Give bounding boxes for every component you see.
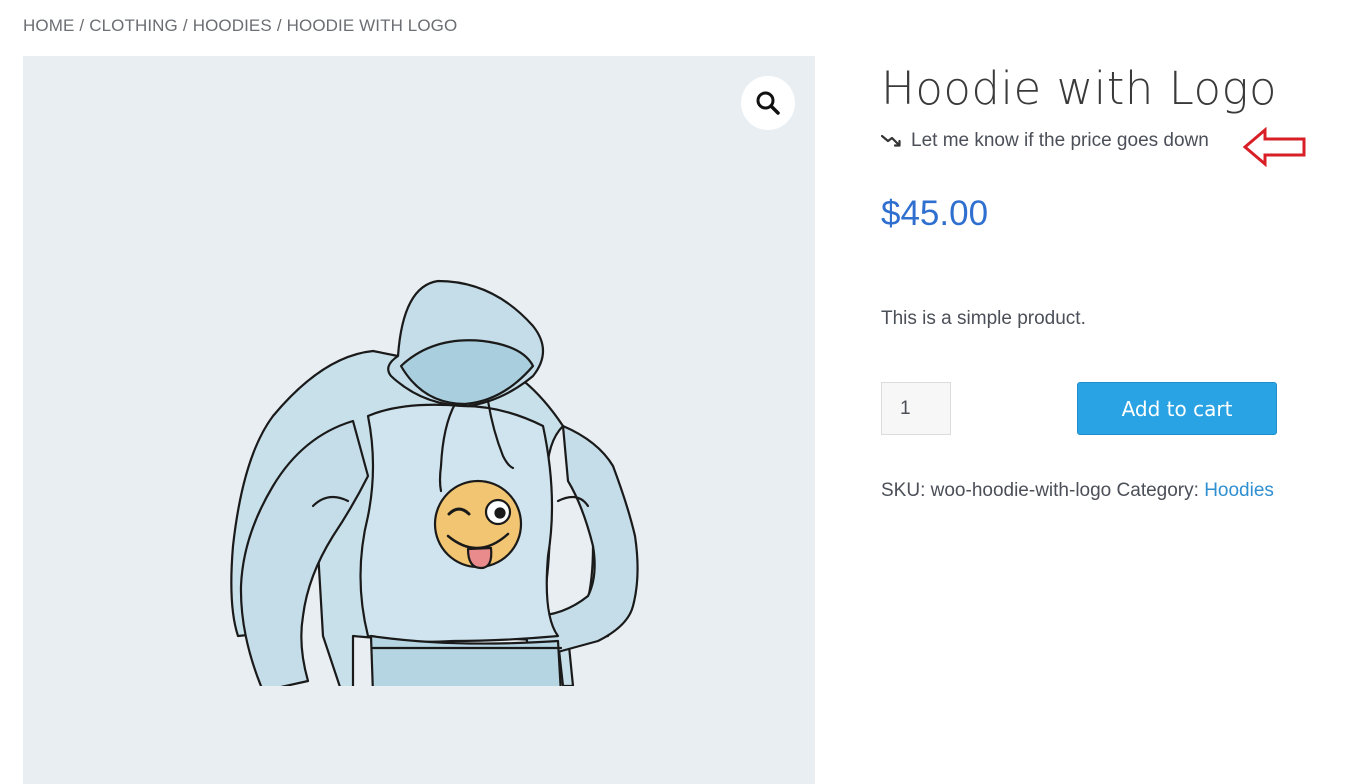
search-icon <box>756 91 780 115</box>
category-label: Category: <box>1116 480 1199 501</box>
breadcrumb-current: HOODIE WITH LOGO <box>286 16 458 35</box>
breadcrumb-hoodies[interactable]: HOODIES <box>193 16 272 35</box>
product-summary: Hoodie with Logo Let me know if the pric… <box>881 60 1341 501</box>
product-image <box>230 279 639 686</box>
category-link[interactable]: Hoodies <box>1204 480 1274 501</box>
add-to-cart-button[interactable]: Add to cart <box>1077 382 1277 435</box>
product-price: $45.00 <box>881 194 989 233</box>
product-gallery[interactable] <box>23 56 815 784</box>
price-alert-label: Let me know if the price goes down <box>911 130 1209 151</box>
breadcrumb: HOME / CLOTHING / HOODIES / HOODIE WITH LOGO <box>23 16 457 36</box>
zoom-button[interactable] <box>741 76 795 130</box>
breadcrumb-separator: / <box>79 16 85 35</box>
breadcrumb-home[interactable]: HOME <box>23 16 74 35</box>
sku-label: SKU: <box>881 480 926 501</box>
quantity-input[interactable] <box>881 382 951 435</box>
sku-value: woo-hoodie-with-logo <box>930 480 1112 501</box>
product-meta: SKU: woo-hoodie-with-logo Category: Hood… <box>881 480 1274 502</box>
product-title: Hoodie with Logo <box>881 62 1278 115</box>
red-arrow-left-icon <box>1243 127 1306 167</box>
trending-down-icon <box>881 134 901 147</box>
breadcrumb-clothing[interactable]: CLOTHING <box>89 16 178 35</box>
price-alert-link[interactable]: Let me know if the price goes down <box>881 130 1209 152</box>
product-description: This is a simple product. <box>881 308 1086 329</box>
breadcrumb-separator: / <box>276 16 282 35</box>
breadcrumb-separator: / <box>182 16 188 35</box>
